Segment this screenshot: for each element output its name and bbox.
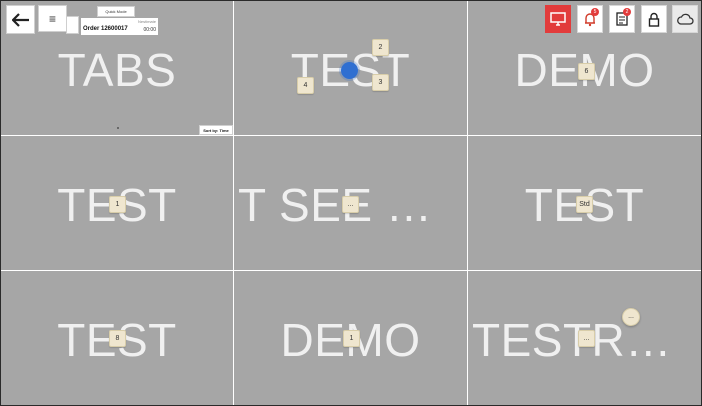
- order-number: Order 12600017: [83, 26, 128, 32]
- cloud-icon: [677, 13, 694, 25]
- lock-icon: [648, 12, 660, 27]
- menu-icon: ≡: [48, 11, 56, 26]
- seat-badge[interactable]: 2: [372, 39, 389, 56]
- order-time: 00:00: [143, 27, 156, 33]
- notifications-button[interactable]: 5: [577, 5, 603, 33]
- table-grid: TABS Sort by: Time TEST 2 4 3 DEMO 6 TES…: [1, 1, 701, 405]
- seat-badge[interactable]: 4: [297, 77, 314, 94]
- tile-5[interactable]: T SEE SO... ...: [234, 136, 468, 271]
- menu-button[interactable]: ≡: [38, 5, 67, 32]
- tile-8[interactable]: DEMO 1: [234, 271, 468, 405]
- tile-4[interactable]: TEST 1: [1, 136, 234, 271]
- app-window: TABS Sort by: Time TEST 2 4 3 DEMO 6 TES…: [0, 0, 702, 406]
- seat-badge-round[interactable]: ...: [622, 308, 640, 326]
- lock-button[interactable]: [641, 5, 667, 33]
- seat-badge[interactable]: ...: [342, 196, 359, 213]
- tiny-dot: [117, 127, 119, 129]
- seat-badge[interactable]: 8: [109, 330, 126, 347]
- seat-badge[interactable]: Std: [576, 196, 593, 213]
- cloud-button[interactable]: [672, 5, 698, 33]
- back-arrow-icon: [11, 12, 29, 27]
- sort-button[interactable]: Sort by: Time: [199, 125, 233, 135]
- tile-title: TABS: [57, 45, 177, 95]
- monitor-icon: [550, 12, 566, 26]
- seat-badge[interactable]: 3: [372, 74, 389, 91]
- display-button[interactable]: [545, 5, 571, 33]
- back-button[interactable]: [6, 5, 35, 34]
- quick-mode-button[interactable]: Quick Mode: [97, 6, 135, 17]
- orders-button[interactable]: 2: [609, 5, 635, 33]
- notification-count-badge: 5: [591, 8, 599, 16]
- order-tag: Nestimate: [137, 19, 156, 24]
- small-control[interactable]: [66, 16, 79, 34]
- seat-badge[interactable]: 6: [578, 63, 595, 80]
- orders-count-badge: 2: [623, 8, 631, 16]
- tile-9[interactable]: TESTRO... ... ...: [468, 271, 701, 405]
- seat-badge[interactable]: 1: [109, 196, 126, 213]
- tile-6[interactable]: TEST Std: [468, 136, 701, 271]
- active-marker: [341, 62, 358, 79]
- tile-7[interactable]: TEST 8: [1, 271, 234, 405]
- order-card[interactable]: Nestimate Order 12600017 00:00: [81, 18, 158, 35]
- seat-badge[interactable]: ...: [578, 330, 595, 347]
- seat-badge[interactable]: 1: [343, 330, 360, 347]
- tile-2[interactable]: TEST 2 4 3: [234, 1, 468, 136]
